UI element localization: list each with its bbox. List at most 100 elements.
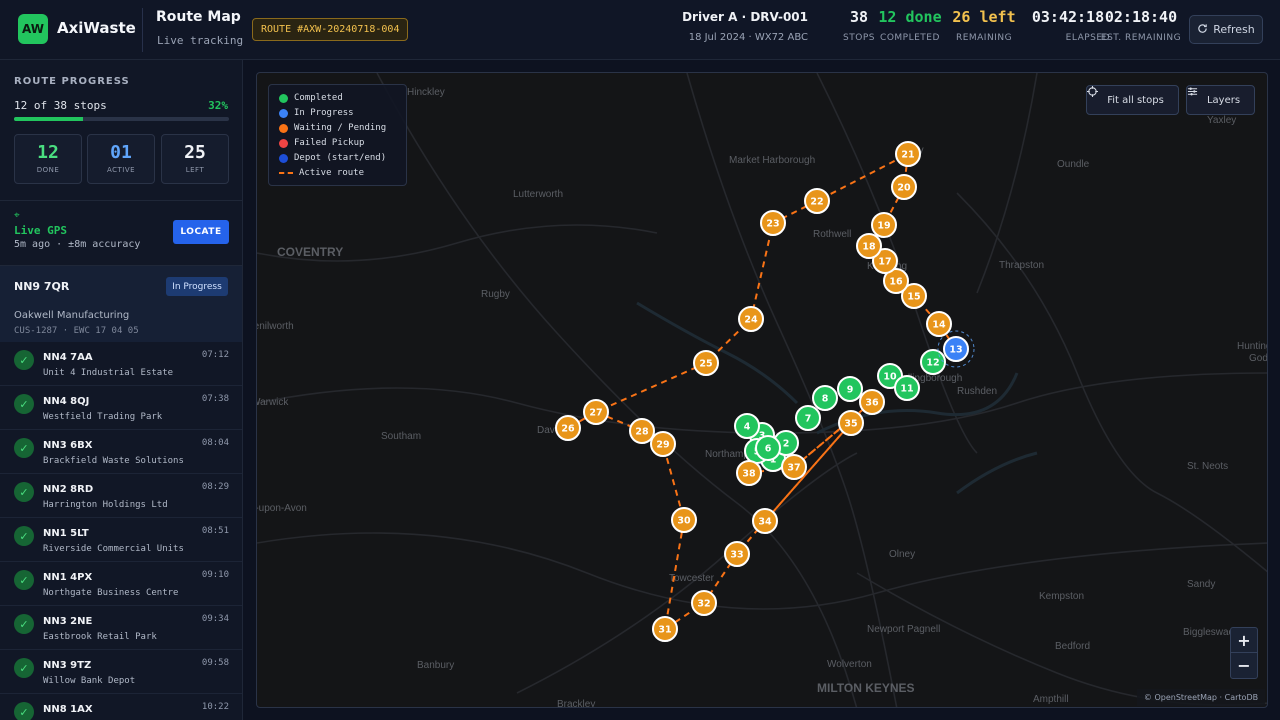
- stop-list-item[interactable]: ✓ NN1 4PX Northgate Business Centre 09:10: [0, 562, 242, 606]
- header-divider: [142, 8, 143, 52]
- stop-marker-number: 26: [561, 424, 575, 435]
- zoom-out-button[interactable]: −: [1231, 653, 1257, 678]
- stop-marker-20[interactable]: 20: [891, 174, 917, 200]
- stop-marker-number: 8: [822, 394, 829, 405]
- stop-marker-7[interactable]: 7: [795, 405, 821, 431]
- map-canvas[interactable]: Lutterworth Market Harborough Oundle COVENT…: [257, 73, 1268, 708]
- stop-marker-30[interactable]: 30: [671, 507, 697, 533]
- fit-all-stops-button[interactable]: Fit all stops: [1086, 85, 1179, 115]
- stop-list-item[interactable]: ✓ NN3 2NE Eastbrook Retail Park 09:34: [0, 606, 242, 650]
- stop-marker-27[interactable]: 27: [583, 399, 609, 425]
- check-icon: ✓: [14, 702, 34, 720]
- stop-list-item[interactable]: ✓ NN3 6BX Brackfield Waste Solutions 08:04: [0, 430, 242, 474]
- place-label: MILTON KEYNES: [817, 681, 915, 695]
- place-label: Southam: [381, 431, 421, 442]
- stop-marker-number: 10: [883, 372, 897, 383]
- active-stop-card[interactable]: NN9 7QR In Progress Oakwell Manufacturin…: [0, 266, 242, 342]
- stop-marker-26[interactable]: 26: [555, 415, 581, 441]
- legend-label: Completed: [294, 93, 343, 103]
- brand-name: AxiWaste: [57, 19, 136, 37]
- stop-marker-18[interactable]: 18: [856, 233, 882, 259]
- stop-marker-36[interactable]: 36: [859, 389, 885, 415]
- stat-completed: 12 done COMPLETED: [876, 8, 944, 43]
- place-label: Bedford: [1055, 641, 1090, 652]
- place-label: Rugby: [481, 289, 510, 300]
- tile-left: 25 LEFT: [161, 134, 229, 184]
- stop-marker-number: 24: [744, 315, 758, 326]
- place-label: Warwick: [257, 397, 289, 408]
- section-divider: [0, 200, 242, 201]
- stop-marker-29[interactable]: 29: [650, 431, 676, 457]
- stop-marker-4[interactable]: 4: [734, 413, 760, 439]
- place-label: Towcester: [669, 573, 715, 584]
- stop-postcode: NN4 8QJ: [43, 396, 90, 407]
- stop-marker-14[interactable]: 14: [926, 311, 952, 337]
- stop-list-item[interactable]: ✓ NN4 8QJ Westfield Trading Park 07:38: [0, 386, 242, 430]
- page-subtitle: Live tracking: [157, 34, 244, 47]
- stop-marker-35[interactable]: 35: [838, 410, 864, 436]
- refresh-button[interactable]: Refresh: [1189, 15, 1263, 44]
- check-icon: ✓: [14, 658, 34, 678]
- stop-marker-number: 20: [897, 183, 911, 194]
- stop-marker-33[interactable]: 33: [724, 541, 750, 567]
- refresh-icon: [1197, 23, 1208, 37]
- stop-name: Eastbrook Retail Park: [43, 632, 157, 642]
- stop-marker-28[interactable]: 28: [629, 418, 655, 444]
- place-label: Rothwell: [813, 229, 851, 240]
- tile-label: DONE: [36, 166, 60, 174]
- layers-button[interactable]: Layers: [1186, 85, 1255, 115]
- stop-marker-number: 19: [877, 221, 890, 232]
- zoom-in-button[interactable]: +: [1231, 628, 1257, 653]
- stop-marker-9[interactable]: 9: [837, 376, 863, 402]
- place-label: Wolverton: [827, 659, 872, 670]
- place-label: Kenilworth: [257, 321, 294, 332]
- stop-marker-24[interactable]: 24: [738, 306, 764, 332]
- stop-list-item[interactable]: ✓ NN1 5LT Riverside Commercial Units 08:51: [0, 518, 242, 562]
- stop-time: 09:10: [201, 570, 229, 580]
- stop-time: 07:38: [201, 394, 229, 404]
- stop-marker-number: 12: [926, 358, 939, 369]
- stop-marker-number: 21: [901, 150, 914, 161]
- stop-marker-number: 32: [697, 599, 710, 610]
- check-icon: ✓: [14, 438, 34, 458]
- active-stop-meta: CUS-1287 · EWC 17 04 05: [14, 326, 139, 336]
- locate-button[interactable]: LOCATE: [173, 220, 229, 244]
- stop-marker-25[interactable]: 25: [693, 350, 719, 376]
- stop-marker-21[interactable]: 21: [895, 141, 921, 167]
- stop-marker-number: 14: [932, 320, 946, 331]
- zoom-control: + −: [1230, 627, 1258, 679]
- stop-list-item[interactable]: ✓ NN3 9TZ Willow Bank Depot 09:58: [0, 650, 242, 694]
- stop-marker-37[interactable]: 37: [781, 454, 807, 480]
- stop-marker-number: 27: [589, 408, 602, 419]
- stop-marker-19[interactable]: 19: [871, 212, 897, 238]
- tile-value: 25: [184, 142, 206, 163]
- stop-list-item[interactable]: ✓ NN4 7AA Unit 4 Industrial Estate 07:12: [0, 342, 242, 386]
- stop-marker-32[interactable]: 32: [691, 590, 717, 616]
- stop-marker-22[interactable]: 22: [804, 188, 830, 214]
- route-map[interactable]: Lutterworth Market Harborough Oundle COVENT…: [256, 72, 1268, 708]
- place-label: Yaxley: [1207, 115, 1236, 126]
- stop-marker-8[interactable]: 8: [812, 385, 838, 411]
- legend-swatch: [279, 172, 293, 174]
- stop-list-item[interactable]: ✓ NN2 8RD Harrington Holdings Ltd 08:29: [0, 474, 242, 518]
- stop-marker-6[interactable]: 6: [755, 435, 781, 461]
- stop-marker-number: 7: [805, 414, 812, 425]
- legend-label: Depot (start/end): [294, 153, 387, 163]
- page-title: Route Map: [156, 9, 241, 25]
- stop-marker-34[interactable]: 34: [752, 508, 778, 534]
- stop-time: 10:22: [201, 702, 229, 712]
- stop-marker-12[interactable]: 12: [920, 349, 946, 375]
- stop-marker-13[interactable]: 13: [937, 330, 975, 368]
- stop-marker-31[interactable]: 31: [652, 616, 678, 642]
- stop-marker-38[interactable]: 38: [736, 460, 762, 486]
- stop-marker-number: 4: [744, 422, 751, 433]
- stat-remaining: 26 left REMAINING: [946, 8, 1022, 43]
- place-label: St. Neots: [1187, 461, 1228, 472]
- stop-list-item[interactable]: ✓ NN8 1AX 10:22: [0, 694, 242, 720]
- legend-label: Failed Pickup: [294, 138, 365, 148]
- stop-marker-23[interactable]: 23: [760, 210, 786, 236]
- legend-swatch: [279, 108, 288, 118]
- stop-marker-11[interactable]: 11: [894, 375, 920, 401]
- legend-completed: Completed: [279, 93, 343, 103]
- check-icon: ✓: [14, 614, 34, 634]
